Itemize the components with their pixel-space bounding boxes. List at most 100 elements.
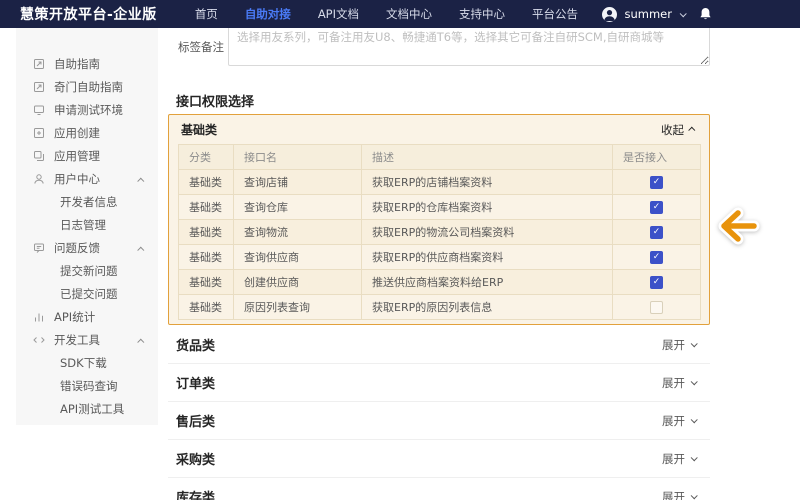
section-title: 库存类 <box>176 487 215 500</box>
section-title: 订单类 <box>176 373 215 392</box>
category-section-采购类: 采购类展开 <box>168 440 710 478</box>
sidebar-item-label: 奇门自助指南 <box>54 79 123 95</box>
cell-description: 获取ERP的供应商档案资料 <box>362 245 613 270</box>
nav-item-文档中心[interactable]: 文档中心 <box>386 6 432 22</box>
expand-button[interactable]: 展开 <box>662 337 696 353</box>
sidebar-item-label: 提交新问题 <box>60 263 118 279</box>
expand-button[interactable]: 展开 <box>662 451 696 467</box>
sidebar-item-API统计[interactable]: API统计 <box>16 305 158 328</box>
sidebar-item-问题反馈[interactable]: 问题反馈 <box>16 236 158 259</box>
sidebar-item-应用管理[interactable]: 应用管理 <box>16 144 158 167</box>
cell-api-name: 查询仓库 <box>234 195 362 220</box>
sidebar-item-提交新问题[interactable]: 提交新问题 <box>16 259 158 282</box>
checkbox-checked-icon[interactable]: ✓ <box>650 276 663 289</box>
category-section-售后类: 售后类 展开 <box>168 402 710 440</box>
sidebar-item-label: 用户中心 <box>54 171 100 187</box>
sidebar-item-奇门自助指南[interactable]: 奇门自助指南 <box>16 75 158 98</box>
sidebar-item-label: SDK下载 <box>60 355 107 371</box>
expand-button[interactable]: 展开 <box>662 413 696 429</box>
table-row: 基础类原因列表查询获取ERP的原因列表信息 <box>179 295 701 320</box>
collapse-button[interactable]: 收起 <box>661 122 695 138</box>
cell-category: 基础类 <box>179 170 234 195</box>
main-content: 标签备注 接口权限选择 基础类 收起 分类 接口名 描述 是否接入 <box>168 0 710 500</box>
user-avatar[interactable] <box>602 7 617 22</box>
cell-api-name: 查询供应商 <box>234 245 362 270</box>
tag-note-textarea[interactable] <box>228 22 710 66</box>
sidebar-item-开发工具[interactable]: 开发工具 <box>16 328 158 351</box>
nav-item-支持中心[interactable]: 支持中心 <box>459 6 505 22</box>
cell-category: 基础类 <box>179 270 234 295</box>
category-section-库存类: 库存类 展开 <box>168 478 710 500</box>
checkbox-checked-icon[interactable]: ✓ <box>650 251 663 264</box>
cell-category: 基础类 <box>179 245 234 270</box>
nav-item-平台公告[interactable]: 平台公告 <box>532 6 578 22</box>
cell-api-name: 查询物流 <box>234 220 362 245</box>
api-permission-table: 分类 接口名 描述 是否接入 基础类查询店铺获取ERP的店铺档案资料✓基础类查询… <box>178 144 701 320</box>
sidebar-item-应用创建[interactable]: 应用创建 <box>16 121 158 144</box>
cell-enabled <box>613 295 701 320</box>
cell-enabled: ✓ <box>613 195 701 220</box>
cell-api-name: 创建供应商 <box>234 270 362 295</box>
expand-label: 展开 <box>662 413 685 429</box>
guide-icon <box>32 80 45 93</box>
tag-note-label: 标签备注 <box>178 39 224 55</box>
sidebar-item-label: 申请测试环境 <box>54 102 123 118</box>
expand-label: 展开 <box>662 375 685 391</box>
cell-category: 基础类 <box>179 220 234 245</box>
sidebar-item-已提交问题[interactable]: 已提交问题 <box>16 282 158 305</box>
nav-item-自助对接[interactable]: 自助对接 <box>245 6 291 22</box>
chevron-down-icon <box>691 492 698 499</box>
sidebar-item-API测试工具[interactable]: API测试工具 <box>16 397 158 420</box>
checkbox-checked-icon[interactable]: ✓ <box>650 176 663 189</box>
guide-icon <box>32 57 45 70</box>
permission-section-title: 接口权限选择 <box>176 91 254 110</box>
sidebar-item-label: 已提交问题 <box>60 286 118 302</box>
cell-description: 获取ERP的店铺档案资料 <box>362 170 613 195</box>
checkbox-checked-icon[interactable]: ✓ <box>650 226 663 239</box>
sidebar-item-label: 问题反馈 <box>54 240 100 256</box>
sidebar-item-label: API测试工具 <box>60 401 124 417</box>
sidebar-item-日志管理[interactable]: 日志管理 <box>16 213 158 236</box>
cell-description: 推送供应商档案资料给ERP <box>362 270 613 295</box>
top-navbar: 慧策开放平台-企业版 首页 自助对接 API文档 文档中心 支持中心 平台公告 summe… <box>0 0 800 28</box>
username-label[interactable]: summer <box>625 7 673 21</box>
sidebar-item-申请测试环境[interactable]: 申请测试环境 <box>16 98 158 121</box>
sidebar-item-开发者信息[interactable]: 开发者信息 <box>16 190 158 213</box>
sidebar-item-label: 日志管理 <box>60 217 106 233</box>
checkbox-unchecked-icon <box>650 301 663 314</box>
sidebar-item-用户中心[interactable]: 用户中心 <box>16 167 158 190</box>
nav-item-API文档[interactable]: API文档 <box>318 6 359 22</box>
expand-label: 展开 <box>662 451 685 467</box>
avatar-person-icon <box>602 7 617 22</box>
chevron-down-icon <box>691 340 698 347</box>
sidebar-item-错误码查询[interactable]: 错误码查询 <box>16 374 158 397</box>
expand-label: 展开 <box>662 337 685 353</box>
cell-enabled: ✓ <box>613 270 701 295</box>
monitor-icon <box>32 103 45 116</box>
basic-panel-header[interactable]: 基础类 收起 <box>169 115 709 144</box>
app-manage-icon <box>32 149 45 162</box>
section-title: 售后类 <box>176 411 215 430</box>
basic-category-panel: 基础类 收起 分类 接口名 描述 是否接入 基础类查询店铺获取ERP的店铺档案资… <box>168 114 710 325</box>
cell-enabled: ✓ <box>613 245 701 270</box>
chevron-up-icon <box>688 127 695 134</box>
sidebar-item-SDK下载[interactable]: SDK下载 <box>16 351 158 374</box>
category-section-货品类: 货品类展开 <box>168 326 710 364</box>
code-icon <box>32 333 45 346</box>
chevron-down-icon[interactable] <box>680 10 687 17</box>
column-header-enabled: 是否接入 <box>613 145 701 170</box>
brand-logo: 慧策开放平台-企业版 <box>20 4 157 24</box>
cell-enabled: ✓ <box>613 170 701 195</box>
expand-button[interactable]: 展开 <box>662 489 696 500</box>
chevron-down-icon <box>691 416 698 423</box>
sidebar: 自助指南奇门自助指南申请测试环境应用创建应用管理用户中心开发者信息日志管理问题反… <box>16 28 158 425</box>
checkbox-checked-icon[interactable]: ✓ <box>650 201 663 214</box>
notification-bell-icon[interactable] <box>699 7 712 21</box>
table-row: 基础类查询仓库获取ERP的仓库档案资料✓ <box>179 195 701 220</box>
chevron-down-icon <box>691 454 698 461</box>
sidebar-item-自助指南[interactable]: 自助指南 <box>16 52 158 75</box>
nav-item-首页[interactable]: 首页 <box>195 6 218 22</box>
expand-button[interactable]: 展开 <box>662 375 696 391</box>
cell-api-name: 查询店铺 <box>234 170 362 195</box>
table-header-row: 分类 接口名 描述 是否接入 <box>179 145 701 170</box>
